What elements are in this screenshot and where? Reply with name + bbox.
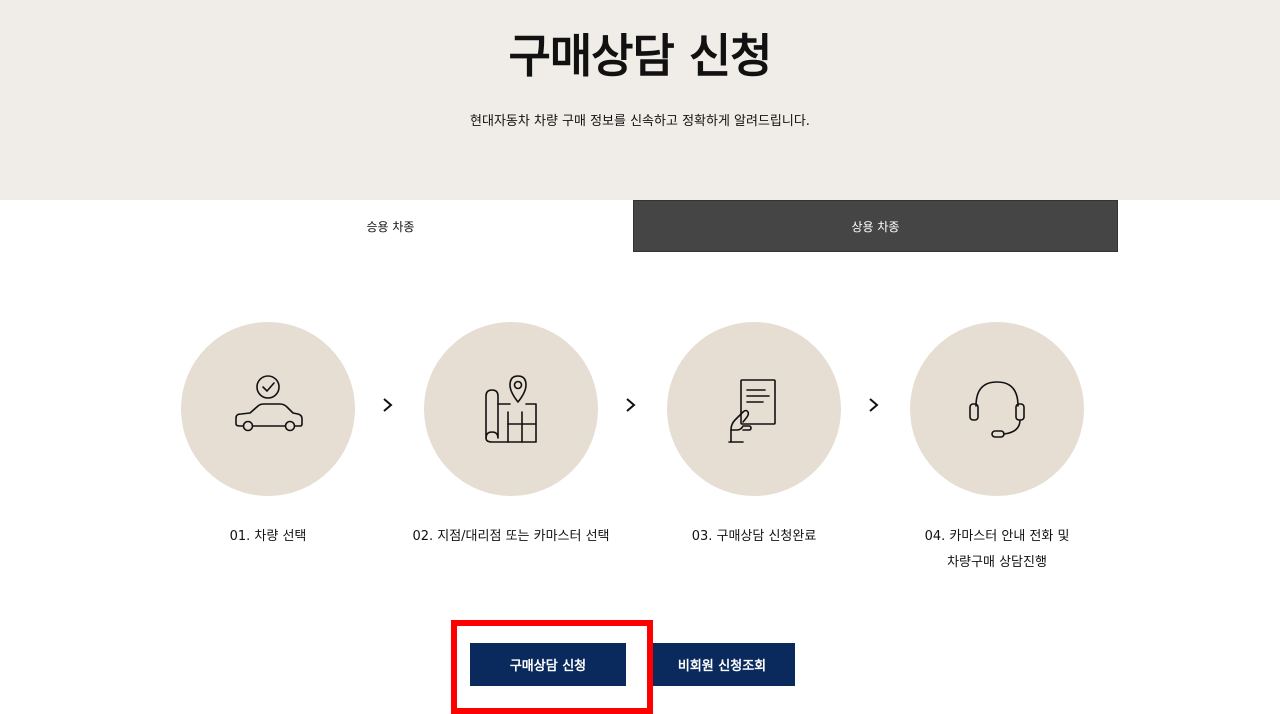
- step-1-label: 01. 차량 선택: [158, 524, 378, 550]
- tab-commercial-label: 상용 차종: [851, 219, 900, 234]
- page-title: 구매상담 신청: [508, 29, 773, 83]
- step-4-circle: [910, 322, 1084, 496]
- tab-commercial[interactable]: 상용 차종: [633, 200, 1118, 252]
- chevron-right-icon: [383, 398, 393, 412]
- tab-passenger[interactable]: 승용 차종: [148, 200, 633, 252]
- chevron-right-icon: [626, 398, 636, 412]
- step-4-label-line-2: 차량구매 상담진행: [947, 555, 1047, 570]
- vehicle-type-tabs: 승용 차종 상용 차종: [148, 200, 1118, 252]
- step-1-label-line: 01. 차량 선택: [229, 529, 307, 544]
- car-check-icon: [235, 375, 303, 432]
- step-4: 04. 카마스터 안내 전화 및 차량구매 상담진행: [887, 322, 1107, 576]
- step-2-label-line: 02. 지점/대리점 또는 카마스터 선택: [412, 529, 610, 544]
- step-3-label: 03. 구매상담 신청완료: [644, 524, 864, 550]
- highlight-annotation-box: [451, 620, 653, 714]
- step-2-label: 02. 지점/대리점 또는 카마스터 선택: [401, 524, 621, 550]
- document-hand-icon: [728, 379, 776, 443]
- step-3-label-line: 03. 구매상담 신청완료: [691, 529, 817, 544]
- step-4-label: 04. 카마스터 안내 전화 및 차량구매 상담진행: [887, 524, 1107, 576]
- step-3: 03. 구매상담 신청완료: [644, 322, 864, 550]
- headset-icon: [969, 381, 1025, 438]
- step-3-circle: [667, 322, 841, 496]
- step-4-label-line-1: 04. 카마스터 안내 전화 및: [924, 529, 1070, 544]
- step-1-circle: [181, 322, 355, 496]
- tab-passenger-label: 승용 차종: [366, 219, 415, 234]
- guest-lookup-button[interactable]: 비회원 신청조회: [649, 643, 795, 686]
- map-pin-icon: [485, 375, 537, 443]
- step-2-circle: [424, 322, 598, 496]
- hero-banner: 구매상담 신청 현대자동차 차량 구매 정보를 신속하고 정확하게 알려드립니다…: [0, 0, 1280, 200]
- chevron-right-icon: [869, 398, 879, 412]
- step-1: 01. 차량 선택: [158, 322, 378, 550]
- step-2: 02. 지점/대리점 또는 카마스터 선택: [401, 322, 621, 550]
- page-subtitle: 현대자동차 차량 구매 정보를 신속하고 정확하게 알려드립니다.: [470, 114, 810, 129]
